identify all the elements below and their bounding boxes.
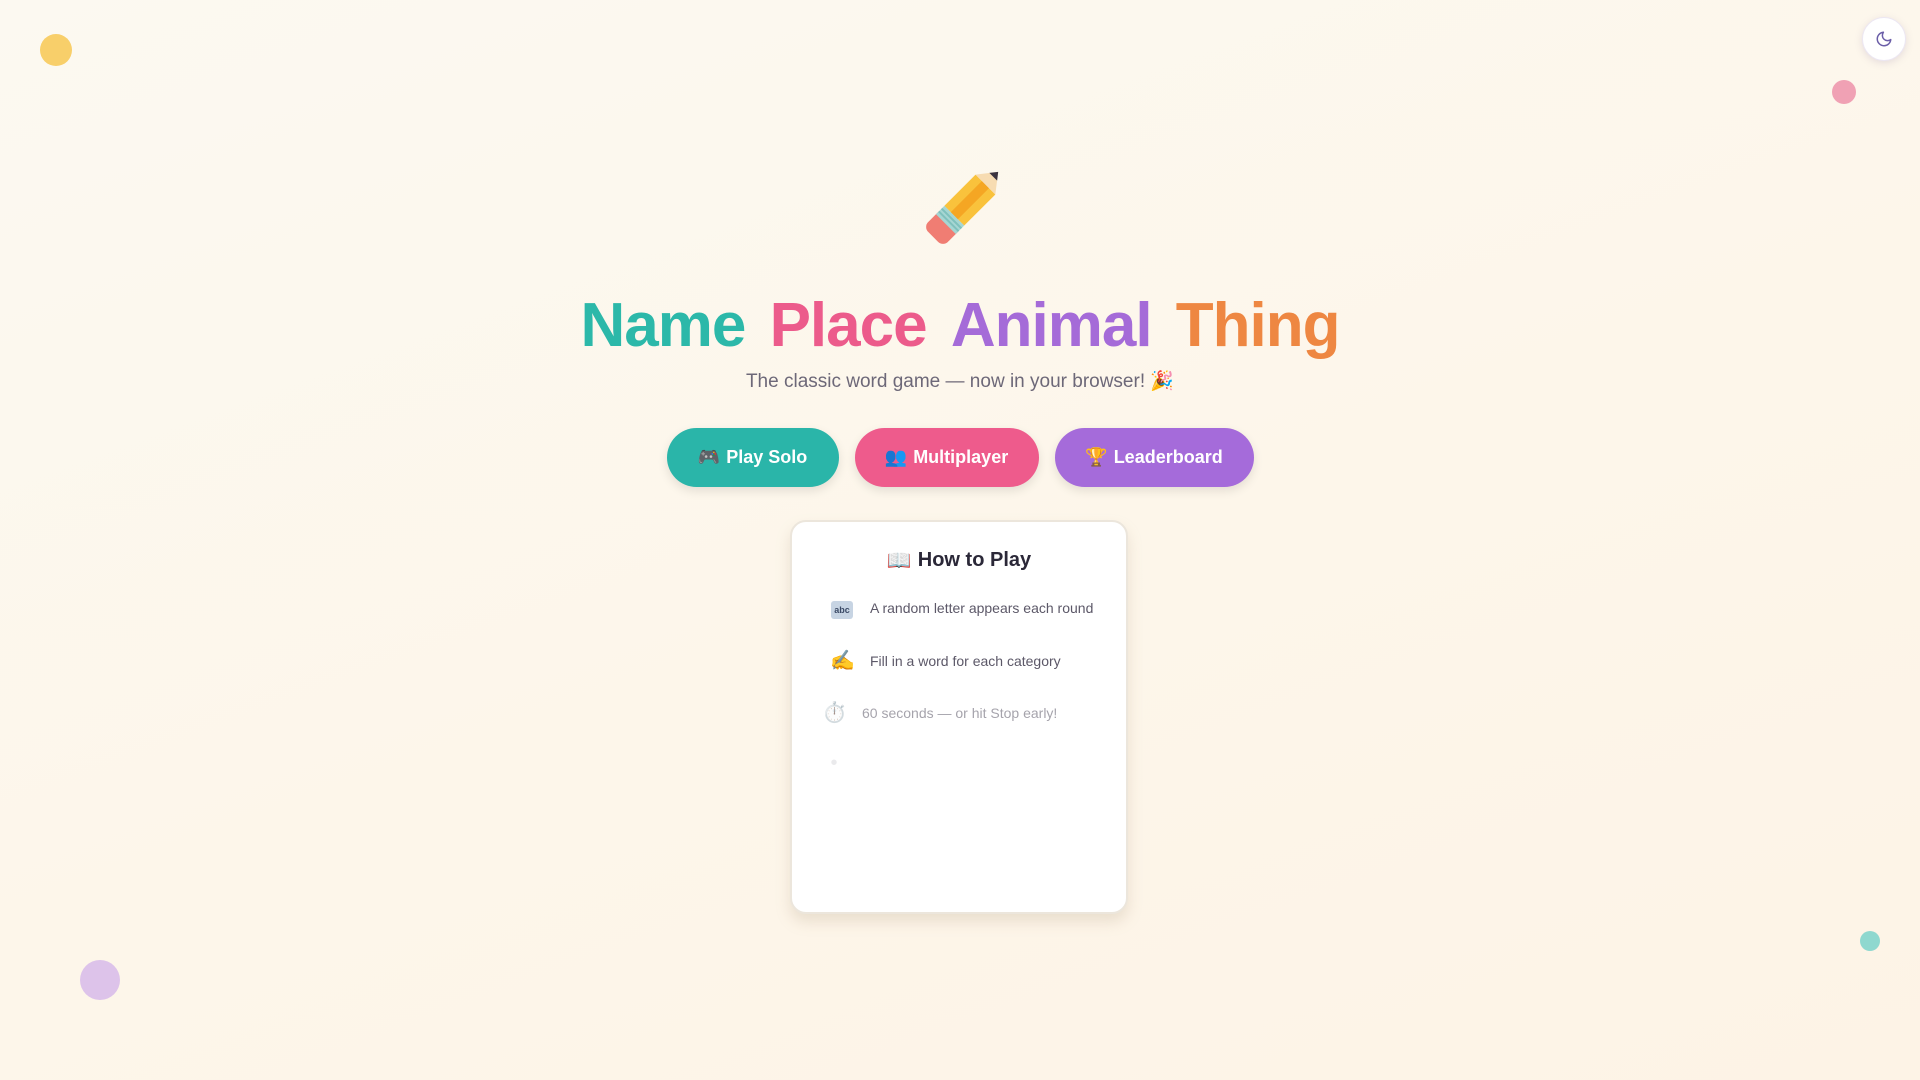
page-subtitle: The classic word game — now in your brow…: [745, 371, 1175, 392]
step-text: 60 seconds — or hit Stop early!: [862, 704, 1058, 721]
how-to-play-heading: How to Play: [917, 549, 1032, 571]
stopwatch-icon: ⏱️: [822, 702, 847, 724]
title-word-animal: Animal: [950, 291, 1153, 360]
trophy-icon: 🏆: [1085, 447, 1108, 467]
decorative-dot-purple: [80, 960, 120, 1000]
decorative-dot-yellow: [40, 34, 72, 66]
title-word-name: Name: [580, 291, 746, 360]
title-word-place: Place: [769, 291, 928, 360]
how-to-play-title: 📖 How to Play: [792, 548, 1126, 573]
decorative-dot-teal: [1860, 931, 1880, 951]
multiplayer-button[interactable]: 👥 Multiplayer: [854, 428, 1039, 487]
how-to-play-step: abc A random letter appears each round: [830, 596, 1093, 619]
step-text: Fill in a word for each category: [870, 652, 1061, 669]
decorative-dot-pink: [1832, 80, 1856, 104]
gamepad-icon: 🎮: [697, 447, 721, 467]
how-to-play-step-faded: •: [822, 752, 862, 775]
play-solo-label: Play Solo: [726, 447, 808, 467]
how-to-play-step: ✍️ Fill in a word for each category: [830, 648, 1061, 673]
leaderboard-label: Leaderboard: [1113, 447, 1223, 467]
book-icon: 📖: [886, 550, 912, 572]
play-solo-button[interactable]: 🎮 Play Solo: [666, 428, 839, 487]
faded-step-icon: •: [830, 752, 838, 774]
main-actions: 🎮 Play Solo 👥 Multiplayer 🏆 Leaderboard: [0, 428, 1920, 487]
title-word-thing: Thing: [1175, 291, 1341, 360]
theme-toggle-button[interactable]: [1862, 17, 1906, 61]
people-icon: 👥: [884, 447, 908, 467]
leaderboard-button[interactable]: 🏆 Leaderboard: [1054, 428, 1254, 487]
pencil-icon: [0, 150, 1920, 275]
moon-icon: [1876, 31, 1892, 47]
page-title: Name Place Animal Thing: [0, 290, 1920, 362]
multiplayer-label: Multiplayer: [913, 447, 1009, 467]
writing-hand-icon: ✍️: [830, 650, 855, 672]
abc-icon: abc: [830, 596, 854, 619]
how-to-play-card: 📖 How to Play abc A random letter appear…: [790, 520, 1128, 914]
how-to-play-step: ⏱️ 60 seconds — or hit Stop early!: [822, 700, 1057, 725]
step-text: A random letter appears each round: [870, 599, 1094, 616]
